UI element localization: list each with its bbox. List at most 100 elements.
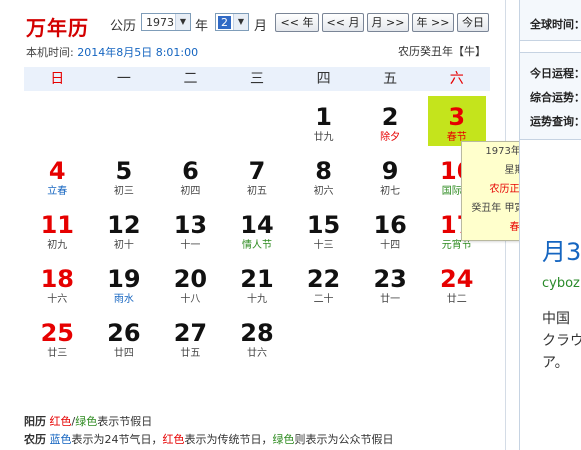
- day-lunar-label: 廿五: [180, 348, 201, 359]
- day-lunar-label: 初十: [113, 240, 134, 251]
- day-number: 1: [315, 103, 332, 131]
- day-cell[interactable]: 27 廿五: [161, 312, 219, 362]
- day-cell[interactable]: 11 初九: [28, 204, 86, 254]
- global-time-box: 全球时间：: [520, 0, 581, 41]
- month-unit-label: 月: [254, 19, 268, 34]
- legend-solar: 阳历 红色/绿色表示节假日: [24, 413, 394, 431]
- month-select[interactable]: 2 ▼: [215, 13, 249, 31]
- weekday-wed: 三: [250, 71, 265, 87]
- year-select[interactable]: 1973 ▼: [141, 13, 191, 31]
- day-cell[interactable]: 24 廿二: [428, 258, 486, 308]
- local-time: 本机时间: 2014年8月5日 8:01:00: [26, 44, 198, 60]
- sidebar-text-line: クラウ: [542, 333, 581, 349]
- day-number: 16: [373, 211, 407, 239]
- legend-solar-label: 阳历: [24, 415, 46, 428]
- day-cell[interactable]: 22 二十: [295, 258, 353, 308]
- day-number: 21: [240, 265, 274, 293]
- luck-box: 今日运程： 综合运势： 运势查询：: [520, 52, 581, 140]
- day-cell[interactable]: 23 廿一: [361, 258, 419, 308]
- weekday-header: 日 一 二 三 四 五 六: [24, 67, 490, 91]
- day-number: 28: [240, 319, 274, 347]
- day-cell[interactable]: 20 十八: [161, 258, 219, 308]
- day-number: 7: [248, 157, 266, 185]
- day-number: 6: [182, 157, 199, 185]
- sidebar-text-line: ア。: [542, 355, 569, 371]
- lunar-year-label: 农历癸丑年【牛】: [398, 45, 486, 58]
- day-lunar-label: 二十: [313, 294, 334, 305]
- luck-query-label[interactable]: 运势查询：: [530, 113, 581, 129]
- day-lunar-label: 除夕: [380, 132, 401, 143]
- right-sidebar: 全球时间： 今日运程： 综合运势： 运势查询： 月3 cyboz 中国 クラウ …: [519, 0, 581, 450]
- day-cell[interactable]: 3 春节: [427, 96, 486, 146]
- day-cell[interactable]: 25 廿三: [28, 312, 86, 362]
- day-number: 20: [173, 265, 208, 293]
- legend-lunar-label: 农历: [24, 433, 46, 446]
- sidebar-date-fragment: 月3: [542, 238, 581, 266]
- day-number: 8: [315, 157, 332, 185]
- day-lunar-label: 廿一: [380, 294, 401, 305]
- legend-lunar: 农历 蓝色表示为24节气日，红色表示为传统节日，绿色则表示为公众节假日: [24, 431, 394, 449]
- legend-lunar-text2: 表示为传统节日，: [184, 433, 273, 446]
- day-cell[interactable]: 7 初五: [228, 150, 286, 200]
- legend-lunar-red: 红色: [162, 433, 185, 446]
- day-cell[interactable]: 26 廿四: [95, 312, 153, 362]
- sidebar-text: 中国 クラウ ア。: [542, 308, 581, 374]
- day-lunar-label: 雨水: [113, 294, 134, 305]
- next-year-button[interactable]: 年 >>: [412, 13, 454, 32]
- day-cell[interactable]: 5 初三: [95, 150, 153, 200]
- prev-year-button[interactable]: << 年: [275, 13, 319, 32]
- chevron-down-icon: ▼: [175, 14, 190, 30]
- chevron-down-icon: ▼: [233, 14, 248, 30]
- day-number: 25: [40, 319, 74, 347]
- day-number: 5: [115, 157, 133, 185]
- day-cell[interactable]: 18 十六: [28, 258, 86, 308]
- legend-solar-red: 红色: [49, 415, 72, 428]
- day-cell[interactable]: 1 廿九: [295, 96, 353, 146]
- overall-luck-label[interactable]: 综合运势：: [530, 89, 581, 105]
- legend-solar-text: 表示节假日: [97, 415, 153, 428]
- day-lunar-label: 初九: [47, 240, 68, 251]
- day-cell[interactable]: 13 十一: [161, 204, 219, 254]
- day-cell[interactable]: 8 初六: [295, 150, 353, 200]
- sidebar-text-line: 中国: [542, 311, 570, 327]
- day-cell[interactable]: 28 廿六: [228, 312, 286, 362]
- month-select-value: 2: [218, 16, 231, 29]
- day-cell[interactable]: 9 初七: [361, 150, 419, 200]
- day-lunar-label: 廿四: [113, 348, 134, 359]
- day-lunar-label: 廿六: [247, 348, 267, 359]
- day-lunar-label: 廿二: [446, 294, 467, 305]
- day-cell[interactable]: 16 十四: [361, 204, 419, 254]
- day-number: 12: [107, 211, 141, 239]
- legend: 阳历 红色/绿色表示节假日 农历 蓝色表示为24节气日，红色表示为传统节日，绿色…: [24, 413, 394, 449]
- day-number: 13: [173, 211, 208, 239]
- day-cell[interactable]: 15 十三: [295, 204, 353, 254]
- day-cell[interactable]: 6 初四: [161, 150, 219, 200]
- day-number: 9: [381, 157, 399, 185]
- day-cell[interactable]: 19 雨水: [95, 258, 153, 308]
- day-lunar-label: 廿三: [47, 348, 68, 359]
- legend-lunar-text1: 表示为24节气日，: [71, 433, 163, 446]
- today-button[interactable]: 今日: [457, 13, 489, 32]
- day-lunar-label: 立春: [47, 186, 68, 197]
- day-lunar-label: 初七: [380, 186, 401, 197]
- day-cell[interactable]: 4 立春: [28, 150, 86, 200]
- legend-lunar-green: 绿色: [272, 433, 295, 446]
- legend-lunar-text3: 则表示为公众节假日: [294, 433, 394, 446]
- day-cell[interactable]: 21 十九: [228, 258, 286, 308]
- next-month-button[interactable]: 月 >>: [367, 13, 409, 32]
- year-unit-label: 年: [195, 19, 209, 34]
- day-lunar-label: 情人节: [242, 240, 272, 251]
- day-lunar-label: 十三: [313, 240, 334, 251]
- day-number: 14: [240, 211, 274, 239]
- day-lunar-label: 初三: [113, 186, 134, 197]
- day-cell[interactable]: 2 除夕: [361, 96, 419, 146]
- day-number: 22: [306, 265, 341, 293]
- prev-month-button[interactable]: << 月: [322, 13, 364, 32]
- weekday-sat: 六: [449, 71, 464, 87]
- day-cell[interactable]: 14 情人节: [228, 204, 286, 254]
- legend-lunar-blue: 蓝色: [49, 433, 72, 446]
- sidebar-link[interactable]: cyboz: [542, 276, 580, 291]
- today-luck-label[interactable]: 今日运程：: [530, 65, 581, 81]
- day-cell[interactable]: 12 初十: [95, 204, 153, 254]
- day-number: 24: [440, 265, 474, 293]
